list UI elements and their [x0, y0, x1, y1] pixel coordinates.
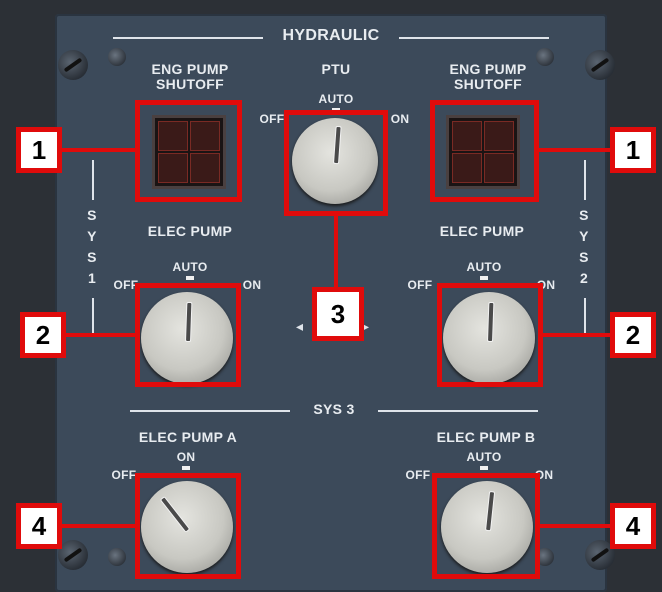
elec-pump-left-label: ELEC PUMP [147, 223, 233, 239]
highlight-elec-pump-right [437, 283, 543, 387]
sys2-rule-bottom [584, 298, 586, 336]
leader-line-1-left [62, 148, 136, 152]
leader-line-4-left [62, 524, 136, 528]
callout-badge-1-left: 1 [16, 127, 62, 173]
elec-pump-b-pos-off: OFF [405, 468, 431, 482]
panel-title: HYDRAULIC [282, 27, 380, 44]
panel-screw-icon [58, 540, 88, 570]
highlight-elec-pump-b [432, 473, 540, 579]
elec-pump-right-pos-auto: AUTO [466, 260, 502, 274]
highlight-elec-pump-left [135, 283, 241, 387]
highlight-ptu [284, 110, 388, 216]
leader-line-3 [334, 215, 338, 287]
elec-pump-left-auto-tick [186, 276, 194, 280]
callout-badge-3: 3 [312, 287, 364, 341]
elec-pump-left-pos-on: ON [242, 278, 262, 292]
ptu-label: PTU [321, 61, 351, 77]
sys1-side-label: SYS1 [87, 207, 97, 286]
eng-pump-left-label: ENG PUMP SHUTOFF [151, 61, 229, 92]
callout-badge-1-right: 1 [610, 127, 656, 173]
elec-pump-right-auto-tick [480, 276, 488, 280]
sys2-rule-top [584, 160, 586, 200]
rivet-icon [108, 48, 126, 66]
leader-line-2-left [66, 333, 136, 337]
sys3-rule-right [378, 410, 538, 412]
sys3-rule-left [130, 410, 290, 412]
sys2-side-label: SYS2 [579, 207, 589, 286]
leader-line-4-right [539, 524, 613, 528]
panel-screw-icon [585, 50, 615, 80]
elec-pump-left-pos-auto: AUTO [172, 260, 208, 274]
eng-pump-right-label: ENG PUMP SHUTOFF [449, 61, 527, 92]
ptu-arrow-left-icon: ◂ [296, 318, 304, 334]
leader-line-2-right [542, 333, 612, 337]
leader-line-1-right [538, 148, 612, 152]
callout-badge-2-right: 2 [610, 312, 656, 358]
highlight-eng-pump-left [135, 100, 242, 202]
title-rule-right [399, 37, 549, 39]
callout-badge-4-right: 4 [610, 503, 656, 549]
rivet-icon [108, 548, 126, 566]
elec-pump-b-label: ELEC PUMP B [436, 429, 536, 445]
sys3-label: SYS 3 [313, 401, 355, 417]
ptu-pos-auto: AUTO [318, 92, 354, 106]
elec-pump-b-pos-auto: AUTO [466, 450, 502, 464]
sys1-rule-bottom [92, 298, 94, 336]
title-rule-left [113, 37, 263, 39]
elec-pump-a-label: ELEC PUMP A [138, 429, 238, 445]
highlight-elec-pump-a [135, 473, 241, 579]
callout-badge-2-left: 2 [20, 312, 66, 358]
elec-pump-a-on-tick [182, 466, 190, 470]
elec-pump-b-auto-tick [480, 466, 488, 470]
elec-pump-right-pos-off: OFF [407, 278, 433, 292]
elec-pump-a-pos-on: ON [176, 450, 196, 464]
elec-pump-right-label: ELEC PUMP [439, 223, 525, 239]
sys1-rule-top [92, 160, 94, 200]
highlight-eng-pump-right [430, 100, 539, 202]
callout-badge-4-left: 4 [16, 503, 62, 549]
ptu-pos-on: ON [390, 112, 410, 126]
panel-screw-icon [58, 50, 88, 80]
